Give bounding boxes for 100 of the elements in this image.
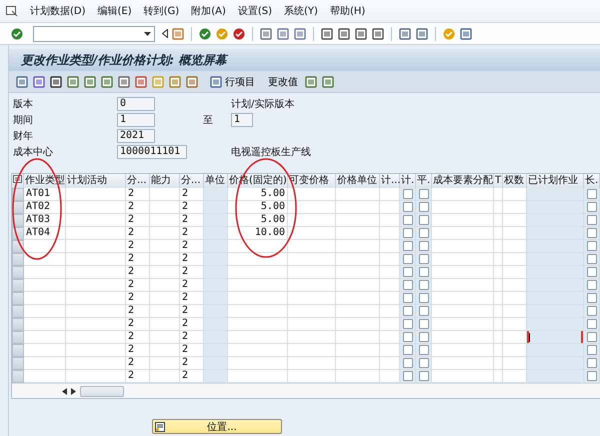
table-cell[interactable]: 5.00	[228, 214, 288, 227]
checkbox[interactable]	[586, 254, 596, 264]
table-cell[interactable]: 2	[126, 344, 150, 357]
checkbox[interactable]	[402, 241, 412, 251]
checkbox[interactable]	[402, 228, 412, 238]
checkbox[interactable]	[418, 319, 428, 329]
checkbox[interactable]	[586, 319, 596, 329]
checkbox[interactable]	[418, 189, 428, 199]
table-cell[interactable]: 2	[126, 266, 150, 279]
checkbox[interactable]	[418, 228, 428, 238]
position-button[interactable]: 位置...	[152, 419, 282, 434]
menu-item[interactable]: 转到(G)	[144, 4, 180, 18]
table-cell[interactable]: 2	[126, 370, 150, 383]
checkbox[interactable]	[586, 202, 596, 212]
checkbox[interactable]	[402, 280, 412, 290]
checkbox[interactable]	[418, 371, 428, 381]
table-cell[interactable]: AT04	[24, 227, 66, 240]
column-header[interactable]: 分...	[180, 174, 204, 188]
table-cell[interactable]: AT02	[24, 201, 66, 214]
column-header[interactable]: 权数	[503, 174, 527, 188]
checkbox[interactable]	[418, 332, 428, 342]
checkbox[interactable]	[418, 202, 428, 212]
checkbox[interactable]	[586, 189, 596, 199]
checkbox[interactable]	[402, 189, 412, 199]
checkbox[interactable]	[418, 345, 428, 355]
checkbox[interactable]	[402, 332, 412, 342]
checkbox[interactable]	[402, 215, 412, 225]
table-cell[interactable]: 2	[180, 370, 204, 383]
enter-icon[interactable]	[11, 28, 23, 40]
checkbox[interactable]	[586, 371, 596, 381]
column-header[interactable]: 分...	[126, 174, 150, 188]
table-cell[interactable]: 2	[126, 227, 150, 240]
checkbox[interactable]	[418, 306, 428, 316]
column-header[interactable]: 计.	[400, 174, 416, 188]
column-header[interactable]: 计...	[380, 174, 400, 188]
menu-item[interactable]: 附加(A)	[191, 4, 226, 18]
column-header[interactable]: 平.	[416, 174, 432, 188]
checkbox[interactable]	[402, 371, 412, 381]
collapse-icon[interactable]	[162, 29, 168, 38]
menu-item[interactable]: 编辑(E)	[98, 4, 132, 18]
checkbox[interactable]	[418, 358, 428, 368]
input-field[interactable]: 1	[117, 113, 155, 127]
table-cell[interactable]: 5.00	[228, 188, 288, 201]
checkbox[interactable]	[418, 241, 428, 251]
menu-item[interactable]: 系统(Y)	[284, 4, 318, 18]
input-field[interactable]: 1	[231, 113, 253, 127]
change-values-button[interactable]: 更改值	[265, 72, 301, 90]
input-field[interactable]: 2021	[117, 129, 155, 143]
table-cell[interactable]: 2	[126, 305, 150, 318]
checkbox[interactable]	[586, 280, 596, 290]
checkbox[interactable]	[586, 215, 596, 225]
input-field[interactable]: 0	[117, 97, 155, 111]
table-cell[interactable]: 2	[126, 240, 150, 253]
table-cell[interactable]: AT01	[24, 188, 66, 201]
column-header[interactable]: 成本要素分配	[432, 174, 494, 188]
checkbox[interactable]	[402, 254, 412, 264]
table-cell[interactable]: 5.00	[228, 201, 288, 214]
table-cell[interactable]: 2	[126, 188, 150, 201]
table-cell[interactable]: 2	[180, 344, 204, 357]
table-cell[interactable]: 2	[180, 253, 204, 266]
table-cell[interactable]: 2	[126, 201, 150, 214]
scroll-right-icon[interactable]	[71, 388, 76, 394]
checkbox[interactable]	[418, 280, 428, 290]
checkbox[interactable]	[402, 345, 412, 355]
table-cell[interactable]: 2	[180, 318, 204, 331]
table-cell[interactable]: 2	[126, 253, 150, 266]
scrollbar-thumb[interactable]	[80, 386, 124, 396]
scroll-left-icon[interactable]	[62, 388, 67, 394]
table-cell[interactable]: 2	[126, 331, 150, 344]
checkbox[interactable]	[402, 267, 412, 277]
command-field[interactable]	[33, 26, 155, 42]
table-cell[interactable]: 2	[180, 331, 204, 344]
table-cell[interactable]: 2	[180, 227, 204, 240]
menu-item[interactable]: 帮助(H)	[330, 4, 366, 18]
table-cell[interactable]: 2	[180, 266, 204, 279]
checkbox[interactable]	[586, 306, 596, 316]
column-header[interactable]: 单位	[204, 174, 228, 188]
table-cell[interactable]: 2	[126, 318, 150, 331]
table-cell[interactable]	[527, 331, 584, 344]
table-cell[interactable]: 2	[180, 188, 204, 201]
checkbox[interactable]	[586, 241, 596, 251]
checkbox[interactable]	[402, 202, 412, 212]
table-cell[interactable]: 2	[180, 279, 204, 292]
checkbox[interactable]	[586, 358, 596, 368]
table-cell[interactable]: 2	[180, 357, 204, 370]
column-header[interactable]: 已计划作业	[527, 174, 584, 188]
table-cell[interactable]: AT03	[24, 214, 66, 227]
menu-item[interactable]: 设置(S)	[238, 4, 272, 18]
table-cell[interactable]: 2	[126, 214, 150, 227]
checkbox[interactable]	[586, 293, 596, 303]
checkbox[interactable]	[418, 293, 428, 303]
table-cell[interactable]: 2	[180, 201, 204, 214]
cancel-icon[interactable]	[233, 28, 245, 40]
checkbox[interactable]	[418, 254, 428, 264]
table-cell[interactable]: 2	[180, 240, 204, 253]
table-cell[interactable]: 2	[180, 214, 204, 227]
checkbox[interactable]	[418, 215, 428, 225]
table-cell[interactable]: 10.00	[228, 227, 288, 240]
table-cell[interactable]: 2	[180, 292, 204, 305]
checkbox[interactable]	[402, 358, 412, 368]
